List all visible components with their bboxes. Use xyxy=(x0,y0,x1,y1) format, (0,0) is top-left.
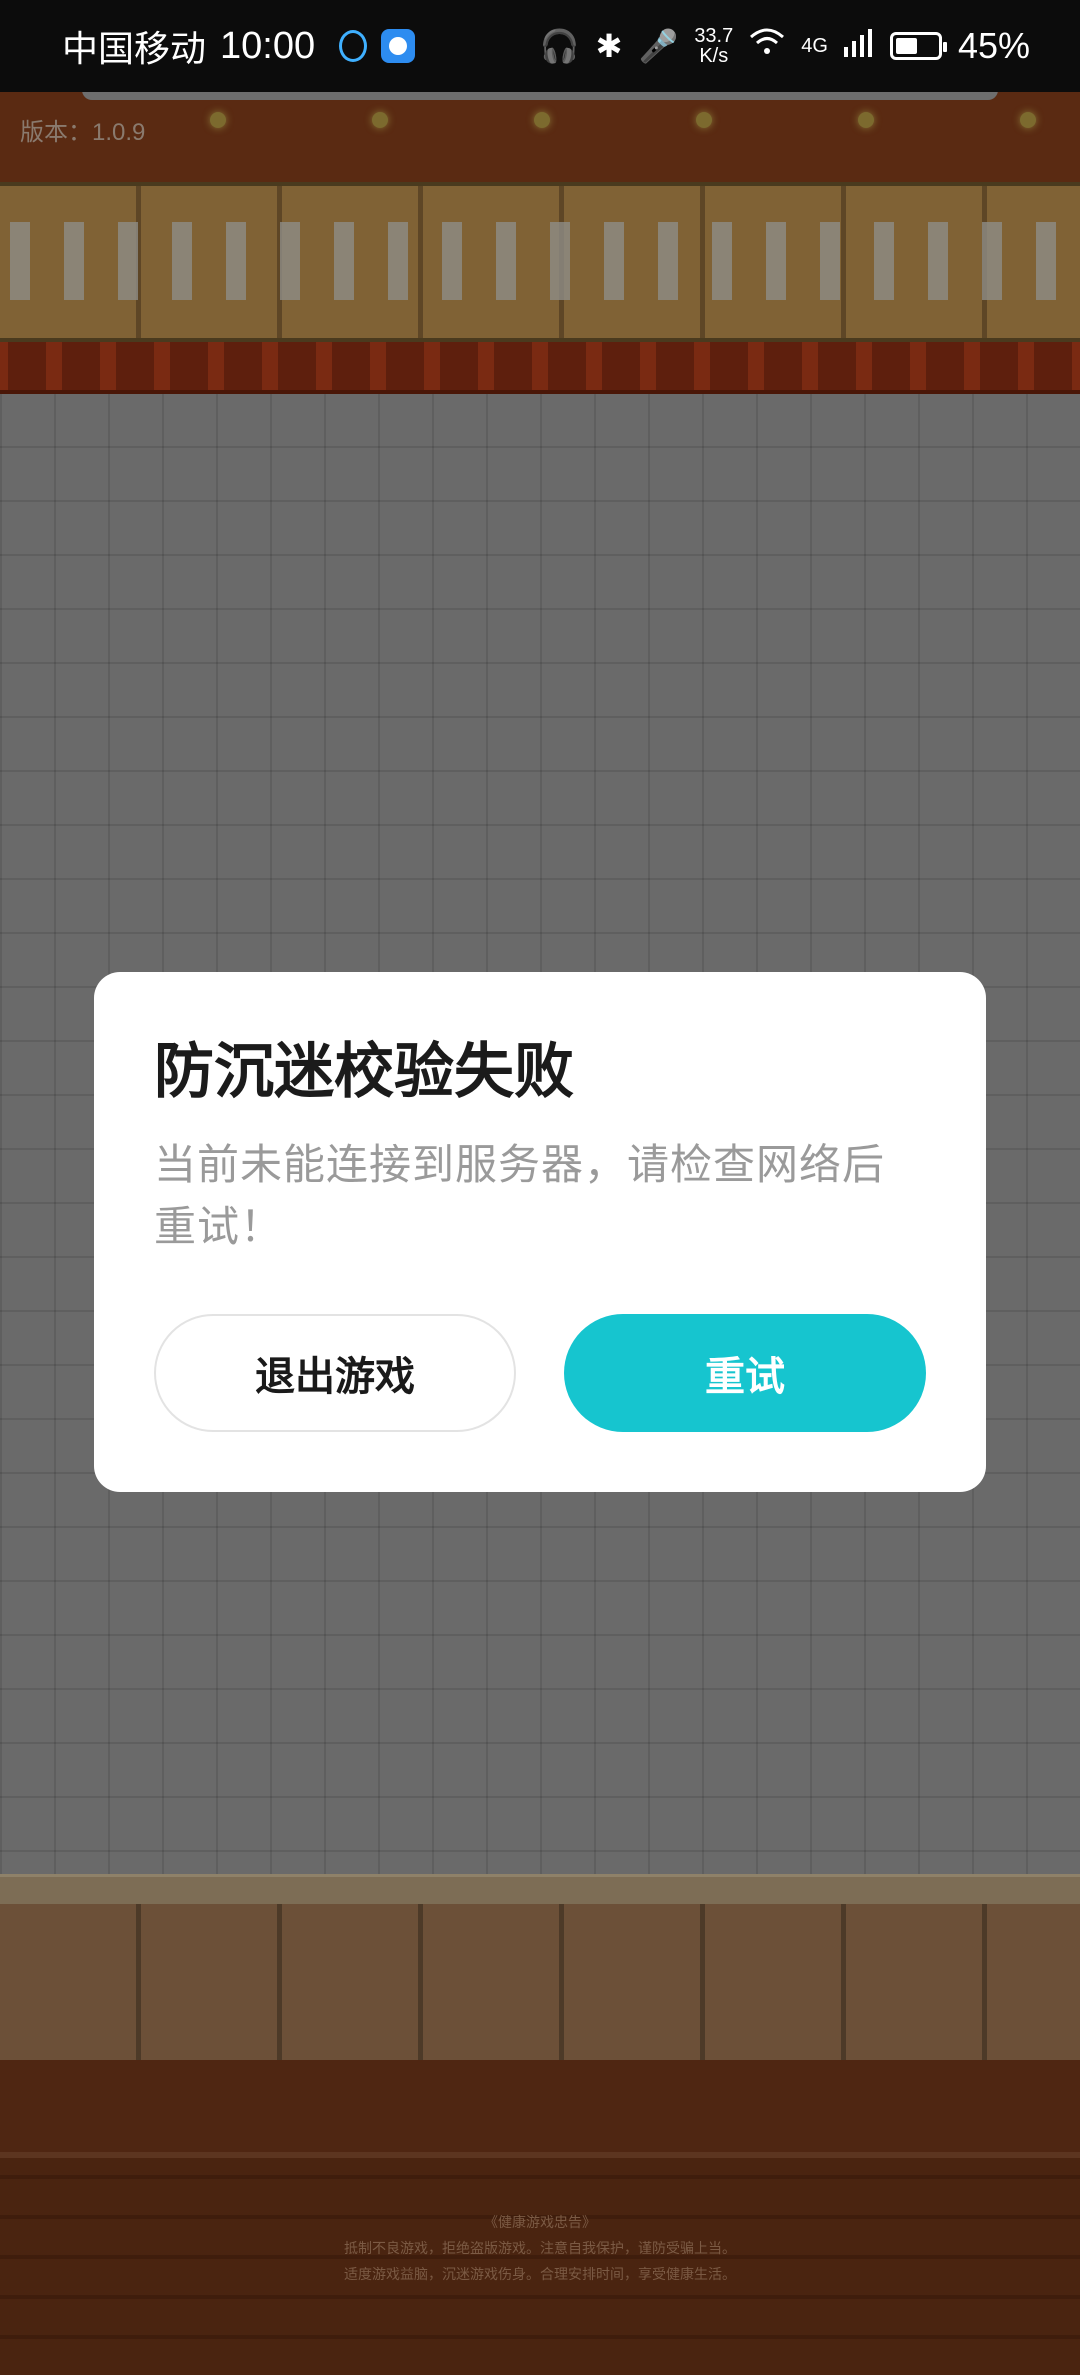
network-speed: 33.7 K/s xyxy=(694,25,734,67)
notice-title: 《健康游戏忠告》 xyxy=(484,2215,596,2231)
battery-percent: 45% xyxy=(957,25,1030,66)
headphones-icon: 🎧 xyxy=(539,28,580,64)
carrier-name: 中国移动 xyxy=(62,29,207,70)
lamp xyxy=(210,112,226,128)
status-bar: 中国移动 10:00 🎧 ✱ 🎤 33.7 K/s 4G 45% xyxy=(0,0,1080,92)
exit-game-button[interactable]: 退出游戏 xyxy=(154,1314,516,1432)
lamp xyxy=(858,112,874,128)
anti-addiction-dialog: 防沉迷校验失败 当前未能连接到服务器，请检查网络后重试！ 退出游戏 重试 xyxy=(94,972,986,1492)
red-trim xyxy=(0,342,1080,394)
signal-icon xyxy=(843,27,874,65)
lamp xyxy=(696,112,712,128)
top-wood-beam xyxy=(0,92,1080,182)
bottom-panel xyxy=(0,1904,1080,2060)
version-label: 版本：1.0.9 xyxy=(20,119,146,146)
health-notice: 《健康游戏忠告》 抵制不良游戏，拒绝盗版游戏。注意自我保护，谨防受骗上当。 适度… xyxy=(0,2210,1080,2288)
network-type: 4G xyxy=(801,35,828,57)
notice-line: 适度游戏益脑，沉迷游戏伤身。合理安排时间，享受健康生活。 xyxy=(344,2267,736,2283)
bottom-band xyxy=(0,2060,1080,2152)
app-icon xyxy=(381,29,416,63)
notice-line: 抵制不良游戏，拒绝盗版游戏。注意自我保护，谨防受骗上当。 xyxy=(344,2241,736,2257)
dialog-button-row: 退出游戏 重试 xyxy=(154,1314,926,1432)
frieze-panels xyxy=(0,222,1080,300)
bluetooth-icon: ✱ xyxy=(595,28,623,64)
lamp xyxy=(372,112,388,128)
battery-icon xyxy=(889,32,947,60)
dialog-title: 防沉迷校验失败 xyxy=(154,1037,574,1107)
dialog-message: 当前未能连接到服务器，请检查网络后重试！ xyxy=(154,1140,886,1251)
retry-button[interactable]: 重试 xyxy=(564,1314,926,1432)
wifi-icon xyxy=(749,27,785,65)
lamp xyxy=(534,112,550,128)
lamp-row xyxy=(0,112,1080,132)
lamp xyxy=(1020,112,1036,128)
headset-icon xyxy=(339,30,368,62)
microphone-icon: 🎤 xyxy=(638,28,679,64)
bottom-trim xyxy=(0,1874,1080,1904)
clock: 10:00 xyxy=(220,24,316,67)
